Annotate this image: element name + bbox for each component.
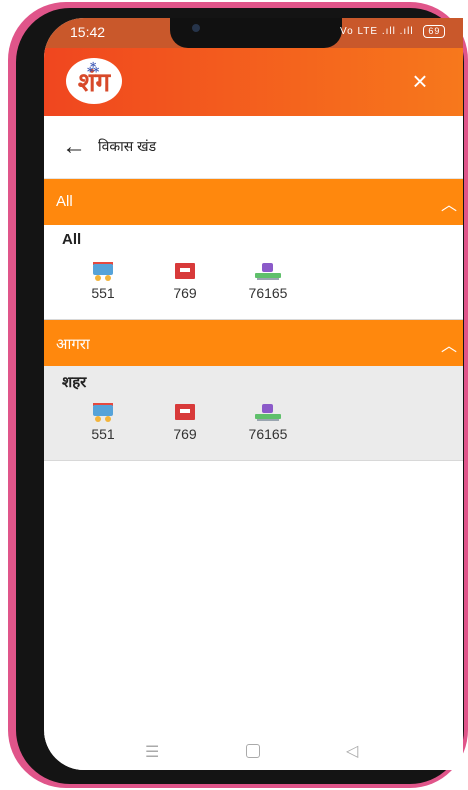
section-title: All — [56, 193, 73, 210]
stat-train: 551 — [68, 402, 138, 442]
recent-apps-button[interactable]: ☰ — [145, 742, 159, 762]
stat-train: 551 — [68, 261, 138, 301]
camera-icon — [192, 24, 200, 32]
status-time: 15:42 — [70, 24, 106, 40]
stat-value: 551 — [91, 426, 115, 442]
stat-value: 769 — [173, 285, 197, 301]
app-logo: ⁂ शंग — [66, 58, 122, 104]
screen: 15:42 Vo LTE .ıll .ıll 69 ⁂ शंग × ← विका… — [44, 18, 463, 770]
chevron-up-icon[interactable]: ︿ — [441, 191, 457, 215]
page-header: ← विकास खंड — [44, 116, 463, 179]
chevron-up-icon[interactable]: ︿ — [441, 332, 457, 356]
back-button[interactable]: ← — [62, 133, 86, 161]
status-bar: 15:42 Vo LTE .ıll .ıll 69 — [44, 18, 463, 48]
section-title: आगरा — [56, 336, 90, 353]
system-nav-bar: ☰ ◁ — [44, 734, 463, 770]
stat-value: 551 — [91, 285, 115, 301]
signal-icon: Vo LTE .ıll .ıll — [340, 26, 414, 37]
section-row[interactable]: शहर 551 769 76165 — [44, 366, 463, 461]
camera-notch — [170, 18, 342, 48]
train-icon — [68, 261, 138, 281]
close-button[interactable]: × — [407, 68, 433, 94]
app-header: ⁂ शंग × — [44, 48, 463, 116]
section-header-all[interactable]: All ︿ — [44, 179, 463, 225]
stat-book: 769 — [150, 402, 220, 442]
school-desk-icon — [233, 261, 303, 281]
row-title: All — [62, 231, 82, 248]
stat-school: 76165 — [233, 402, 303, 442]
home-button[interactable] — [246, 744, 260, 758]
system-back-button[interactable]: ◁ — [346, 741, 358, 761]
book-icon — [150, 402, 220, 422]
book-icon — [150, 261, 220, 281]
stat-value: 76165 — [248, 285, 288, 301]
train-icon — [68, 402, 138, 422]
section-header-agra[interactable]: आगरा ︿ — [44, 320, 463, 366]
logo-figures-icon: ⁂ — [87, 61, 100, 75]
close-icon: × — [412, 66, 428, 96]
battery-icon: 69 — [423, 25, 446, 38]
stat-value: 769 — [173, 426, 197, 442]
row-title: शहर — [62, 374, 87, 391]
stat-value: 76165 — [248, 426, 288, 442]
stat-book: 769 — [150, 261, 220, 301]
school-desk-icon — [233, 402, 303, 422]
stat-school: 76165 — [233, 261, 303, 301]
signal-icons: Vo LTE .ıll .ıll 69 — [340, 25, 446, 38]
page-title: विकास खंड — [98, 138, 157, 154]
section-row[interactable]: All 551 769 76165 — [44, 225, 463, 320]
